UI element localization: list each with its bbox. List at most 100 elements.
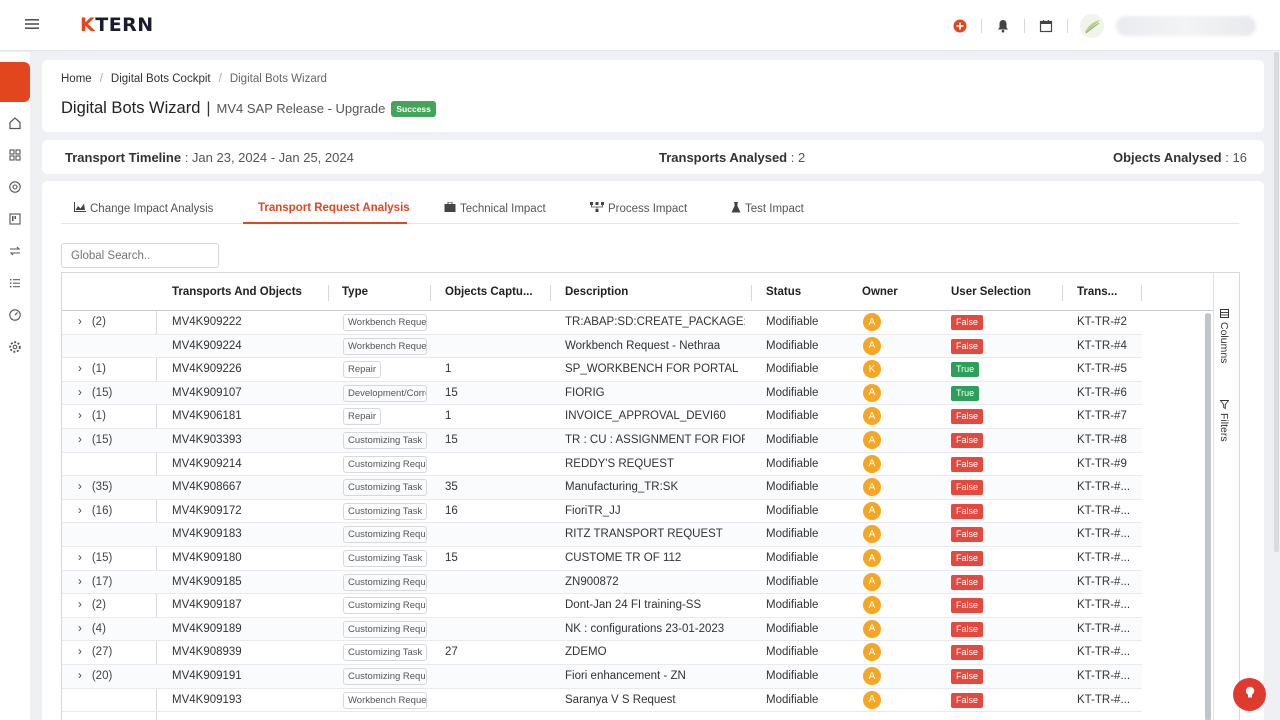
user-selection-badge[interactable]: False [951, 692, 984, 708]
grid-icon[interactable] [6, 146, 24, 164]
column-header-status[interactable]: Status [766, 286, 801, 298]
transport-id[interactable]: MV4K909187 [172, 599, 242, 611]
table-row[interactable]: MV4K909183 Customizing Request RITZ TRANSP… [62, 523, 1142, 547]
table-row[interactable]: › (1) MV4K906181 Repair 1 INVOICE_APPROVAL_DE… [62, 405, 1142, 429]
bell-icon[interactable] [994, 17, 1012, 35]
user-selection-badge[interactable]: False [951, 338, 984, 354]
table-row[interactable]: MV4K909214 Customizing Request REDDY'S REQ… [62, 453, 1142, 477]
column-header-transports[interactable]: Transports And Objects [172, 286, 302, 298]
user-selection-badge[interactable]: False [951, 456, 984, 472]
ktern-logo[interactable]: KTERN [80, 14, 154, 36]
column-header-owner[interactable]: Owner [862, 286, 898, 298]
table-row[interactable]: › (16) MV4K909172 Customizing Task 16 FioriTR… [62, 500, 1142, 524]
user-selection-badge[interactable]: True [951, 385, 980, 401]
table-row[interactable]: › (15) MV4K909107 Development/Correction 15 F… [62, 381, 1142, 406]
list-icon[interactable] [6, 274, 24, 292]
user-selection-badge[interactable]: False [951, 315, 984, 330]
user-selection-badge[interactable]: False [951, 503, 984, 519]
column-header-trans[interactable]: Trans... [1077, 286, 1117, 298]
row-expander[interactable]: › (16) [78, 505, 112, 517]
table-row[interactable]: › (1) MV4K909226 Repair 1 SP_WORKBENCH FOR PO… [62, 358, 1142, 382]
tab-process-impact[interactable]: Process Impact [590, 202, 687, 215]
row-expander[interactable]: › (1) [78, 410, 106, 422]
table-row[interactable]: › (2) MV4K909187 Customizing Request Dont-Ja… [62, 594, 1142, 618]
transport-id[interactable]: MV4K909180 [172, 552, 242, 564]
transport-id[interactable]: MV4K909226 [172, 363, 242, 375]
table-row[interactable]: › (15) MV4K909180 Customizing Task 15 CUSTOME… [62, 547, 1142, 571]
transport-id[interactable]: MV4K908667 [172, 481, 242, 493]
transport-id[interactable]: MV4K909172 [172, 505, 242, 517]
user-selection-badge[interactable]: False [951, 669, 984, 684]
user-selection-badge[interactable]: False [951, 551, 984, 566]
column-separator[interactable] [328, 285, 329, 301]
transport-id[interactable]: MV4K909107 [172, 387, 242, 399]
table-row[interactable]: › (15) MV4K903393 Customizing Task 15 TR : CU… [62, 429, 1142, 453]
table-row[interactable]: › (27) MV4K908939 Customizing Task 27 ZDEMO Mo… [62, 641, 1142, 665]
row-expander[interactable]: › (15) [78, 434, 112, 446]
calendar-icon[interactable] [1037, 17, 1055, 35]
breadcrumb-home[interactable]: Home [61, 73, 92, 85]
user-selection-badge[interactable]: False [951, 598, 984, 614]
transport-id[interactable]: MV4K909189 [172, 623, 242, 635]
user-selection-badge[interactable]: False [951, 574, 984, 590]
user-selection-badge[interactable]: False [951, 527, 984, 543]
tab-technical-impact[interactable]: Technical Impact [444, 201, 546, 215]
settings-icon[interactable] [6, 338, 24, 356]
user-selection-badge[interactable]: False [951, 480, 984, 496]
column-header-user-selection[interactable]: User Selection [951, 286, 1031, 298]
transport-id[interactable]: MV4K909191 [172, 670, 242, 682]
add-icon[interactable] [951, 17, 969, 35]
column-separator[interactable] [430, 285, 431, 301]
transport-id[interactable]: MV4K909222 [172, 316, 242, 328]
transport-id[interactable]: MV4K909183 [172, 528, 242, 540]
table-scrollbar[interactable] [1205, 313, 1211, 720]
row-expander[interactable]: › (35) [78, 481, 112, 493]
column-header-type[interactable]: Type [342, 286, 368, 298]
hamburger-menu-icon[interactable] [24, 16, 40, 32]
transport-id[interactable]: MV4K903393 [172, 434, 242, 446]
row-expander[interactable]: › (15) [78, 387, 112, 399]
row-expander[interactable]: › (2) [78, 599, 106, 611]
column-header-description[interactable]: Description [565, 286, 628, 298]
column-separator[interactable] [751, 285, 752, 301]
transport-id[interactable]: MV4K909214 [172, 458, 242, 470]
home-icon[interactable] [6, 114, 24, 132]
row-expander[interactable]: › (27) [78, 646, 112, 658]
column-separator[interactable] [550, 285, 551, 301]
user-avatar[interactable] [1080, 13, 1104, 38]
row-expander[interactable]: › (2) [78, 316, 106, 328]
transport-id[interactable]: MV4K909224 [172, 340, 242, 352]
column-header-objects[interactable]: Objects Captu... [445, 286, 533, 298]
transport-id[interactable]: MV4K908939 [172, 646, 242, 658]
global-search-input[interactable] [61, 243, 219, 268]
user-selection-badge[interactable]: False [951, 645, 984, 661]
row-expander[interactable]: › (4) [78, 623, 106, 635]
board-icon[interactable] [6, 210, 24, 228]
tab-test-impact[interactable]: Test Impact [731, 202, 804, 216]
user-selection-badge[interactable]: False [951, 433, 984, 448]
tab-change-impact-analysis[interactable]: Change Impact Analysis [74, 202, 213, 215]
user-name-blurred[interactable] [1116, 15, 1256, 36]
gauge-icon[interactable] [6, 306, 24, 324]
filters-panel-button[interactable]: Filters [1218, 400, 1230, 442]
transport-id[interactable]: MV4K909185 [172, 576, 242, 588]
column-separator[interactable] [1062, 285, 1063, 301]
transport-id[interactable]: MV4K906181 [172, 410, 242, 422]
table-row[interactable]: MV4K909224 Workbench Request Workbench Req… [62, 334, 1142, 359]
user-selection-badge[interactable]: False [951, 621, 984, 637]
page-scrollbar[interactable] [1274, 52, 1279, 552]
row-expander[interactable]: › (17) [78, 576, 112, 588]
column-separator[interactable] [1141, 285, 1142, 301]
tab-transport-request-analysis[interactable]: Transport Request Analysis [258, 202, 410, 214]
table-row[interactable]: MV4K909193 Workbench Request Saranya V S R… [62, 689, 1142, 713]
transport-id[interactable]: MV4K909193 [172, 694, 242, 706]
table-row[interactable]: › (20) MV4K909191 Customizing Request Fiori … [62, 665, 1142, 689]
columns-panel-button[interactable]: Columns [1218, 309, 1230, 363]
table-row[interactable]: › (4) MV4K909189 Customizing Request NK : co… [62, 617, 1142, 642]
row-expander[interactable]: › (1) [78, 363, 106, 375]
help-button[interactable] [1233, 678, 1266, 711]
table-row[interactable]: › (2) MV4K909222 Workbench Request TR:ABAP:S… [62, 311, 1142, 335]
row-expander[interactable]: › (20) [78, 670, 112, 682]
user-selection-badge[interactable]: False [951, 409, 984, 425]
table-scrollbar-thumb[interactable] [1205, 313, 1211, 720]
